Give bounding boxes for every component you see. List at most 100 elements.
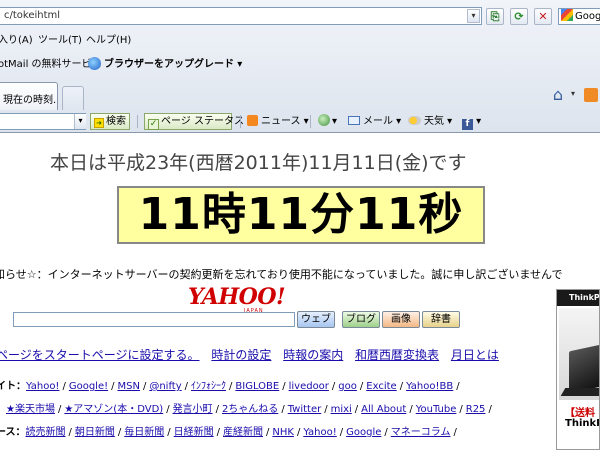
rss-icon [247, 115, 258, 126]
link-separator: / [216, 427, 220, 438]
yahoo-image-search-button[interactable]: 画像 [382, 311, 420, 328]
site-link[interactable]: Yahoo!BB [406, 381, 453, 392]
month-day-link[interactable]: 月日とは [451, 348, 499, 362]
set-start-page-link[interactable]: ページをスタートページに設定する。 [0, 348, 200, 362]
home-icon[interactable]: ⌂ [548, 86, 568, 104]
link-row-sites: イト：Yahoo! / Google! / MSN / @nifty / ｲﾝﾌｫｼｰｸ / BIG… [0, 380, 556, 394]
news-button[interactable]: ニュース ▾ [247, 113, 309, 130]
clock-settings-link[interactable]: 時計の設定 [211, 348, 271, 362]
chevron-down-icon: ▾ [237, 59, 243, 70]
site-link[interactable]: NHK [272, 427, 294, 438]
toolbar-separator [137, 115, 138, 128]
yahoo-search-input[interactable] [13, 312, 295, 327]
nav-links: ページをスタートページに設定する。 時計の設定 時報の案内 和暦西暦変換表 月日… [0, 346, 556, 363]
toolbar-separator [310, 115, 311, 128]
site-link[interactable]: mixi [331, 404, 352, 415]
site-link[interactable]: 発言小町 [173, 404, 213, 415]
site-link[interactable]: Google [346, 427, 381, 438]
yahoo-web-search-button[interactable]: ウェブ [297, 311, 335, 328]
site-link[interactable]: Yahoo! [26, 381, 59, 392]
site-link[interactable]: 毎日新聞 [124, 427, 164, 438]
site-link[interactable]: @nifty [149, 381, 181, 392]
site-link[interactable]: All About [361, 404, 406, 415]
search-provider-box[interactable]: Googl [558, 8, 600, 25]
ad-banner[interactable]: ThinkPad 【送料 ThinkPa [556, 289, 600, 450]
favorites-bar: otMail の無料サービス ブラウザーをアップグレード ▾ [0, 54, 600, 76]
favorite-upgrade-label: ブラウザーをアップグレード [104, 59, 234, 70]
site-link[interactable]: MSN [117, 381, 139, 392]
site-link[interactable]: 読売新聞 [26, 427, 66, 438]
toolbar-search-dropdown[interactable]: ▾ [74, 114, 86, 129]
stop-icon[interactable]: ✕ [534, 8, 552, 25]
toolbar-search-button[interactable]: ➜ 検索 [90, 113, 130, 130]
favorite-hotmail[interactable]: otMail の無料サービス [0, 54, 102, 76]
ie-icon [88, 57, 101, 70]
page-status-button[interactable]: ✓ ページ ステータス [144, 113, 244, 130]
link-separator: / [142, 381, 147, 392]
yahoo-dictionary-button[interactable]: 辞書 [422, 311, 460, 328]
site-link[interactable]: ★アマゾン(本・DVD) [64, 404, 163, 415]
site-link[interactable]: ｲﾝﾌｫｼｰｸ [191, 381, 226, 392]
site-link[interactable]: Twitter [288, 404, 322, 415]
facebook-button[interactable]: f ▾ [462, 113, 481, 130]
address-dropdown-arrow[interactable]: ▾ [467, 9, 480, 23]
search-provider-label: Googl [575, 11, 600, 22]
site-link[interactable]: YouTube [416, 404, 457, 415]
globe-button[interactable]: ▾ [318, 113, 337, 130]
site-link[interactable]: Yahoo! [303, 427, 336, 438]
link-separator: / [266, 427, 270, 438]
link-separator: / [62, 381, 66, 392]
mail-button[interactable]: メール ▾ [348, 113, 401, 130]
time-signal-link[interactable]: 時報の案内 [283, 348, 343, 362]
mail-icon [348, 116, 360, 125]
link-separator: / [215, 404, 219, 415]
site-link[interactable]: Google! [69, 381, 108, 392]
site-link[interactable]: Excite [366, 381, 396, 392]
weather-icon [408, 116, 421, 125]
address-input[interactable]: c/tokeihtml [0, 7, 482, 25]
link-separator: / [459, 404, 463, 415]
link-separator: / [409, 404, 413, 415]
menu-favorites[interactable]: 入り(A) [0, 32, 33, 50]
facebook-icon: f [462, 119, 473, 130]
new-tab-button[interactable] [62, 86, 84, 110]
ad-brand: ThinkPad [557, 290, 599, 306]
refresh-icon[interactable]: ⟳ [510, 8, 528, 25]
link-separator: / [282, 381, 286, 392]
site-link[interactable]: ★楽天市場 [6, 404, 55, 415]
home-dropdown-icon[interactable]: ▾ [571, 89, 575, 98]
site-link[interactable]: マネーコラム [391, 427, 451, 438]
weather-button[interactable]: 天気 ▾ [408, 113, 452, 130]
laptop-base-shape [560, 388, 599, 396]
link-separator: / [117, 427, 122, 438]
toolbar-search-label: 検索 [106, 116, 126, 127]
link-separator: / [324, 404, 328, 415]
site-link[interactable]: 日経新聞 [174, 427, 214, 438]
site-link[interactable]: 2ちゃんねる [222, 404, 278, 415]
site-link[interactable]: 朝日新聞 [75, 427, 115, 438]
toolbar-separator [240, 115, 241, 128]
link-separator: / [68, 427, 72, 438]
era-conversion-link[interactable]: 和暦西暦変換表 [355, 348, 439, 362]
yahoo-blog-search-button[interactable]: ブログ [342, 311, 380, 328]
site-link[interactable]: livedoor [289, 381, 329, 392]
site-link[interactable]: 産経新聞 [223, 427, 263, 438]
tab-current[interactable]: 現在の時刻.. [0, 82, 58, 110]
site-link[interactable]: R25 [466, 404, 486, 415]
site-link[interactable]: BIGLOBE [235, 381, 279, 392]
site-link[interactable]: goo [338, 381, 357, 392]
menu-tools[interactable]: ツール(T) [38, 32, 82, 50]
menu-help[interactable]: ヘルプ(H) [86, 32, 131, 50]
link-row-label: ース： [0, 427, 26, 438]
link-separator: / [167, 427, 171, 438]
compatibility-view-icon[interactable]: ⎘ [486, 8, 504, 25]
feeds-icon[interactable] [584, 88, 598, 102]
favorite-upgrade[interactable]: ブラウザーをアップグレード ▾ [88, 54, 242, 76]
link-separator: / [111, 381, 115, 392]
date-heading: 本日は平成23年(西暦2011年)11月11日(金)です [50, 152, 467, 174]
globe-icon [318, 114, 330, 126]
link-separator: / [399, 381, 404, 392]
link-separator: / [184, 381, 189, 392]
search-go-icon: ➜ [94, 118, 104, 128]
tab-bar: 現在の時刻.. ⌂ ▾ [0, 80, 600, 110]
